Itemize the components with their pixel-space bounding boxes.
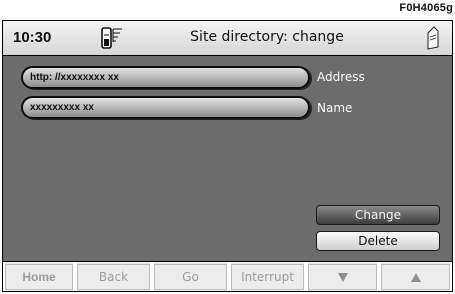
- top-status-bar: 10:30 Site directory: change: [3, 21, 452, 56]
- name-field[interactable]: xxxxxxxxx xx: [21, 96, 310, 119]
- figure-code: F0H4065g: [399, 2, 453, 14]
- back-softkey[interactable]: Back: [75, 262, 152, 291]
- change-button[interactable]: Change: [316, 205, 440, 225]
- delete-button[interactable]: Delete: [316, 231, 440, 251]
- arrow-up-icon: [410, 273, 421, 282]
- phone-icon: [424, 25, 440, 55]
- page-title: Site directory: change: [190, 29, 344, 45]
- softkey-bar: Home Back Go Interrupt: [3, 261, 452, 291]
- address-field[interactable]: http: //xxxxxxxx xx: [21, 66, 310, 89]
- display-screen: 10:30 Site directory: change http: //xxx…: [2, 20, 453, 292]
- home-softkey[interactable]: Home: [3, 262, 75, 291]
- address-label: Address: [317, 70, 365, 84]
- name-label: Name: [317, 101, 353, 115]
- interrupt-softkey[interactable]: Interrupt: [229, 262, 306, 291]
- arrow-down-icon: [337, 273, 348, 282]
- scroll-up-softkey[interactable]: [379, 262, 452, 291]
- signal-strength-icon: [100, 26, 124, 54]
- go-softkey[interactable]: Go: [152, 262, 229, 291]
- clock-time: 10:30: [13, 29, 52, 46]
- scroll-down-softkey[interactable]: [306, 262, 379, 291]
